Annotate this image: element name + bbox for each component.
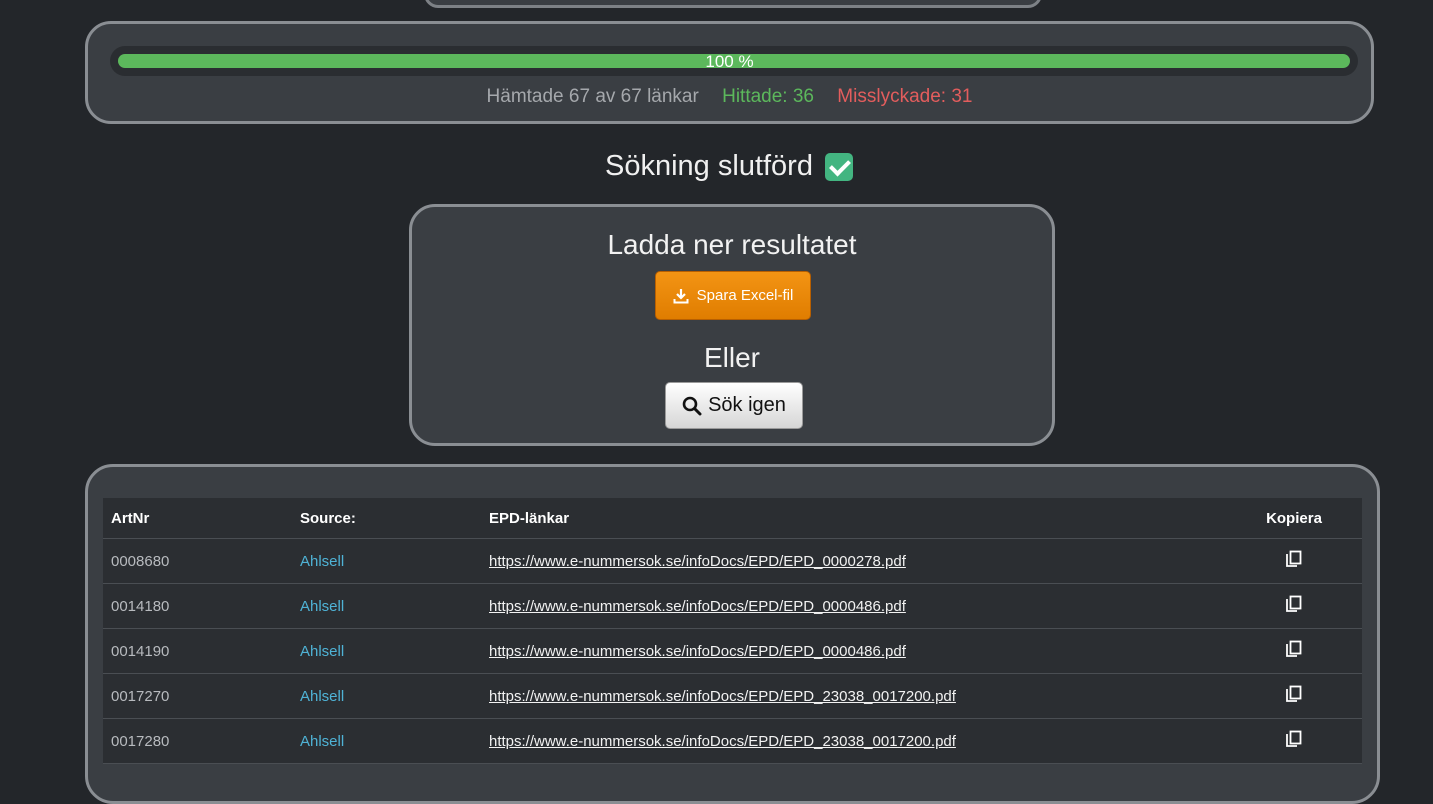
source-link[interactable]: Ahlsell — [300, 733, 344, 750]
epd-link-cell: https://www.e-nummersok.se/infoDocs/EPD/… — [481, 718, 1226, 764]
source-link[interactable]: Ahlsell — [300, 598, 344, 615]
artnr-cell: 0008680 — [103, 538, 292, 584]
progress-stats: Hämtade 67 av 67 länkar Hittade: 36 Miss… — [88, 86, 1371, 108]
table-row: 0014180 Ahlsell https://www.e-nummersok.se… — [103, 583, 1362, 629]
fetched-count: Hämtade 67 av 67 länkar — [486, 86, 699, 107]
source-cell: Ahlsell — [292, 538, 481, 584]
search-again-button[interactable]: Sök igen — [665, 382, 803, 429]
header-copy: Kopiera — [1226, 498, 1362, 539]
epd-link[interactable]: https://www.e-nummersok.se/infoDocs/EPD/… — [489, 598, 906, 615]
table-row: 0017270 Ahlsell https://www.e-nummersok.se… — [103, 673, 1362, 719]
copy-icon[interactable] — [1283, 638, 1305, 660]
epd-link[interactable]: https://www.e-nummersok.se/infoDocs/EPD/… — [489, 553, 906, 570]
source-cell: Ahlsell — [292, 718, 481, 764]
download-icon — [673, 288, 689, 303]
epd-link-cell: https://www.e-nummersok.se/infoDocs/EPD/… — [481, 673, 1226, 719]
copy-icon[interactable] — [1283, 548, 1305, 570]
copy-cell — [1226, 673, 1362, 719]
copy-cell — [1226, 628, 1362, 674]
table-row: 0014190 Ahlsell https://www.e-nummersok.se… — [103, 628, 1362, 674]
table-row: 0017280 Ahlsell https://www.e-nummersok.se… — [103, 718, 1362, 764]
epd-link[interactable]: https://www.e-nummersok.se/infoDocs/EPD/… — [489, 643, 906, 660]
copy-cell — [1226, 583, 1362, 629]
header-epd-links: EPD-länkar — [481, 498, 1226, 539]
search-status-text: Sökning slutförd — [605, 150, 813, 182]
search-icon — [682, 396, 702, 415]
download-panel: Ladda ner resultatet Spara Excel-fil Ell… — [409, 204, 1055, 446]
artnr-cell: 0017280 — [103, 718, 292, 764]
source-cell: Ahlsell — [292, 628, 481, 674]
previous-panel-edge — [424, 0, 1042, 8]
results-panel: ArtNr Source: EPD-länkar Kopiera 0008680… — [85, 464, 1380, 804]
header-artnr: ArtNr — [103, 498, 292, 539]
artnr-cell: 0017270 — [103, 673, 292, 719]
progress-panel: 100 % Hämtade 67 av 67 länkar Hittade: 3… — [85, 21, 1374, 124]
save-excel-button[interactable]: Spara Excel-fil — [655, 271, 811, 320]
epd-link[interactable]: https://www.e-nummersok.se/infoDocs/EPD/… — [489, 688, 956, 705]
or-separator: Eller — [703, 342, 760, 373]
source-cell: Ahlsell — [292, 583, 481, 629]
results-table: ArtNr Source: EPD-länkar Kopiera 0008680… — [103, 498, 1362, 764]
artnr-cell: 0014190 — [103, 628, 292, 674]
search-again-label: Sök igen — [708, 394, 786, 416]
epd-link-cell: https://www.e-nummersok.se/infoDocs/EPD/… — [481, 538, 1226, 584]
table-row: 0008680 Ahlsell https://www.e-nummersok.se… — [103, 538, 1362, 584]
source-link[interactable]: Ahlsell — [300, 643, 344, 660]
download-title: Ladda ner resultatet — [607, 229, 857, 260]
epd-link[interactable]: https://www.e-nummersok.se/infoDocs/EPD/… — [489, 733, 956, 750]
save-excel-label: Spara Excel-fil — [696, 287, 794, 304]
artnr-cell: 0014180 — [103, 583, 292, 629]
copy-icon[interactable] — [1283, 728, 1305, 750]
failed-count: Misslyckade: 31 — [837, 86, 973, 107]
table-header-row: ArtNr Source: EPD-länkar Kopiera — [103, 498, 1362, 539]
progress-percent-label: 100 % — [705, 52, 754, 71]
copy-icon[interactable] — [1283, 683, 1305, 705]
source-cell: Ahlsell — [292, 673, 481, 719]
check-mark-icon — [824, 152, 853, 181]
copy-cell — [1226, 538, 1362, 584]
source-link[interactable]: Ahlsell — [300, 553, 344, 570]
header-source: Source: — [292, 498, 481, 539]
source-link[interactable]: Ahlsell — [300, 688, 344, 705]
copy-cell — [1226, 718, 1362, 764]
copy-icon[interactable] — [1283, 593, 1305, 615]
search-status: Sökning slutförd — [0, 150, 1433, 183]
epd-link-cell: https://www.e-nummersok.se/infoDocs/EPD/… — [481, 628, 1226, 674]
epd-link-cell: https://www.e-nummersok.se/infoDocs/EPD/… — [481, 583, 1226, 629]
found-count: Hittade: 36 — [722, 86, 815, 107]
